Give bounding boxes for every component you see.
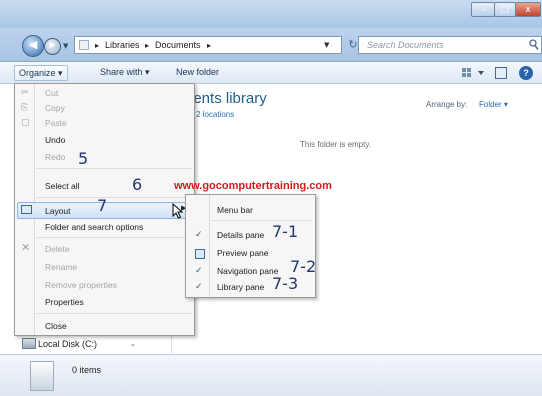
change-view-icon[interactable] bbox=[461, 67, 487, 79]
menu-separator bbox=[212, 220, 312, 221]
arrange-by-dropdown[interactable]: Folder ▾ bbox=[479, 100, 508, 110]
library-title: nents library bbox=[185, 90, 267, 107]
submenu-gutter bbox=[209, 195, 210, 297]
menu-item-close[interactable]: Close bbox=[45, 320, 67, 332]
item-count: 0 items bbox=[72, 365, 102, 375]
expand-arrow-icon[interactable]: ⌄ bbox=[130, 340, 136, 348]
mouse-cursor-icon bbox=[172, 203, 183, 219]
close-icon: x bbox=[525, 5, 531, 15]
help-icon[interactable]: ? bbox=[519, 66, 533, 80]
share-with-button[interactable]: Share with ▾ bbox=[100, 66, 150, 79]
breadcrumb-libraries[interactable]: Libraries bbox=[105, 39, 140, 52]
menu-item-cut[interactable]: Cut bbox=[45, 87, 58, 99]
search-icon[interactable] bbox=[529, 39, 539, 51]
copy-icon: ⎘ bbox=[21, 103, 29, 113]
menu-separator bbox=[37, 168, 192, 169]
menu-item-redo[interactable]: Redo bbox=[45, 151, 65, 163]
search-box[interactable]: Search Documents bbox=[358, 36, 542, 54]
title-bar: – □ x bbox=[0, 0, 542, 28]
checkmark-icon: ✓ bbox=[195, 266, 203, 276]
back-arrow-icon: ◀ bbox=[28, 38, 38, 51]
submenu-item-menu-bar[interactable]: Menu bar bbox=[217, 204, 253, 216]
arrange-by-label: Arrange by: bbox=[426, 100, 468, 109]
menu-separator bbox=[37, 197, 192, 198]
address-bar[interactable]: ▸ Libraries ▸ Documents ▸ ▼ bbox=[74, 36, 342, 54]
annotation-step-7-1: 7-1 bbox=[272, 222, 299, 241]
recent-pages-dropdown-icon[interactable]: ▼ bbox=[63, 42, 68, 50]
menu-separator bbox=[37, 313, 192, 314]
command-bar: Organize ▾ Share with ▾ New folder ? bbox=[0, 62, 542, 84]
checkmark-icon: ✓ bbox=[195, 230, 203, 240]
close-button[interactable]: x bbox=[515, 2, 541, 17]
maximize-icon: □ bbox=[500, 5, 510, 15]
menu-item-copy[interactable]: Copy bbox=[45, 102, 65, 114]
menu-item-layout[interactable]: Layout bbox=[45, 205, 71, 217]
submenu-item-preview-pane[interactable]: Preview pane bbox=[217, 247, 269, 259]
submenu-item-details-pane[interactable]: Details pane bbox=[217, 229, 264, 241]
cut-icon: ✂ bbox=[21, 88, 29, 98]
watermark-text: www.gocomputertraining.com bbox=[174, 180, 332, 192]
menu-item-folder-and-search-options[interactable]: Folder and search options bbox=[45, 221, 143, 233]
empty-folder-message: This folder is empty. bbox=[300, 140, 371, 149]
address-history-dropdown-icon[interactable]: ▼ bbox=[324, 39, 329, 52]
delete-icon: ✕ bbox=[21, 241, 31, 254]
forward-button[interactable]: ▶ bbox=[44, 38, 61, 55]
folder-icon bbox=[79, 40, 89, 50]
menu-item-properties[interactable]: Properties bbox=[45, 296, 84, 308]
checkmark-icon: ✓ bbox=[195, 282, 203, 292]
library-icon bbox=[30, 361, 54, 391]
menu-item-undo[interactable]: Undo bbox=[45, 134, 65, 146]
organize-button[interactable]: Organize ▾ bbox=[14, 65, 68, 81]
preview-pane-icon bbox=[195, 249, 205, 259]
local-disk-icon bbox=[22, 338, 36, 349]
back-button[interactable]: ◀ bbox=[22, 35, 44, 57]
maximize-button[interactable]: □ bbox=[494, 2, 516, 17]
library-locations-link[interactable]: 2 locations bbox=[196, 110, 234, 120]
menu-item-rename[interactable]: Rename bbox=[45, 261, 77, 273]
menu-separator bbox=[37, 237, 192, 238]
new-folder-button[interactable]: New folder bbox=[176, 66, 219, 79]
breadcrumb-separator-icon[interactable]: ▸ bbox=[145, 39, 149, 52]
details-pane: 0 items bbox=[0, 354, 542, 396]
submenu-item-navigation-pane[interactable]: Navigation pane bbox=[217, 265, 278, 277]
breadcrumb-separator-icon[interactable]: ▸ bbox=[207, 39, 211, 52]
breadcrumb-documents[interactable]: Documents bbox=[155, 39, 201, 52]
forward-arrow-icon: ▶ bbox=[49, 40, 56, 49]
search-placeholder: Search Documents bbox=[367, 40, 444, 50]
annotation-step-7-3: 7-3 bbox=[272, 274, 299, 293]
preview-pane-toggle-icon[interactable] bbox=[495, 67, 507, 79]
menu-item-select-all[interactable]: Select all bbox=[45, 180, 80, 192]
annotation-step-5: 5 bbox=[78, 149, 89, 168]
nav-item-local-disk[interactable]: Local Disk (C:) bbox=[38, 337, 97, 351]
annotation-step-7: 7 bbox=[97, 196, 108, 215]
minimize-icon: – bbox=[480, 5, 486, 15]
menu-item-delete[interactable]: Delete bbox=[45, 243, 70, 255]
submenu-item-library-pane[interactable]: Library pane bbox=[217, 281, 264, 293]
breadcrumb-separator-icon[interactable]: ▸ bbox=[95, 39, 99, 52]
paste-icon: ▢ bbox=[21, 118, 30, 128]
layout-icon bbox=[21, 205, 32, 214]
navigation-bar: ◀ ▶ ▼ ▸ Libraries ▸ Documents ▸ ▼ ↻ Sear… bbox=[0, 28, 542, 62]
annotation-step-6: 6 bbox=[132, 175, 143, 194]
minimize-button[interactable]: – bbox=[471, 2, 495, 17]
menu-item-remove-properties[interactable]: Remove properties bbox=[45, 279, 117, 291]
menu-item-paste[interactable]: Paste bbox=[45, 117, 67, 129]
